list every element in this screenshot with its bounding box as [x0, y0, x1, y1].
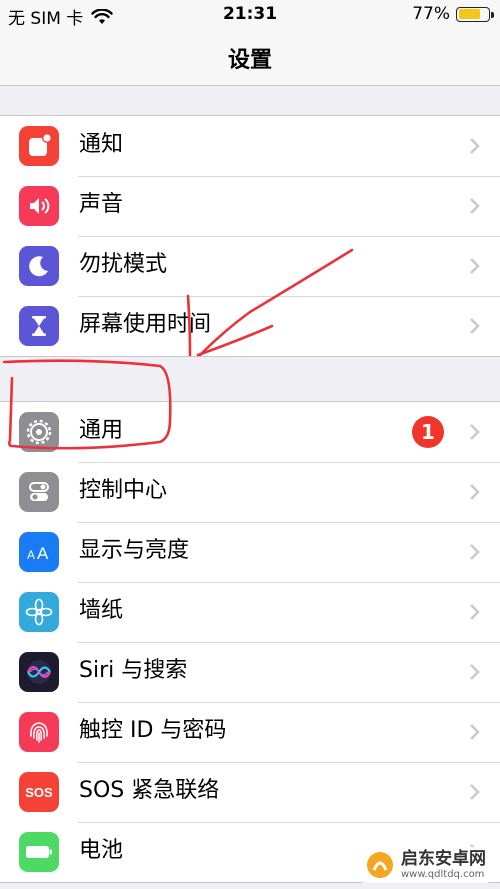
settings-row-screen-time[interactable]: 屏幕使用时间	[0, 296, 500, 356]
settings-group-1: 通知 声音 勿扰模式 屏幕使用时间	[0, 115, 500, 357]
settings-row-label: 屏幕使用时间	[79, 312, 212, 337]
chevron-right-icon	[470, 258, 480, 274]
settings-row-label: 电池	[79, 838, 124, 863]
settings-row-label: 触控 ID 与密码	[79, 718, 227, 743]
settings-row-label: 墙纸	[79, 598, 124, 623]
settings-row-touch-id-passcode[interactable]: 触控 ID 与密码	[0, 702, 500, 762]
settings-group-2: 通用 1 控制中心 A A 显示与亮度 墙纸 Siri 与搜索 触控 ID 与密…	[0, 401, 500, 883]
watermark-url: www.qdltdq.com	[401, 868, 485, 880]
settings-row-sounds[interactable]: 声音	[0, 176, 500, 236]
settings-row-label: SOS 紧急联络	[79, 778, 220, 803]
settings-row-general[interactable]: 通用 1	[0, 402, 500, 462]
chevron-right-icon	[470, 604, 480, 620]
page-title: 设置	[227, 48, 272, 73]
settings-row-wallpaper[interactable]: 墙纸	[0, 582, 500, 642]
settings-row-label: 通用	[79, 418, 124, 443]
settings-row-do-not-disturb[interactable]: 勿扰模式	[0, 236, 500, 296]
sos-icon: SOS	[19, 772, 59, 812]
watermark-name: 启东安卓网	[401, 848, 486, 869]
settings-row-display-brightness[interactable]: A A 显示与亮度	[0, 522, 500, 582]
settings-row-notifications[interactable]: 通知	[0, 116, 500, 176]
settings-row-siri-search[interactable]: Siri 与搜索	[0, 642, 500, 702]
chevron-right-icon	[470, 484, 480, 500]
siri-icon	[19, 652, 59, 692]
settings-row-label: 显示与亮度	[79, 538, 190, 563]
watermark-logo-icon	[367, 852, 393, 878]
svg-text:A: A	[37, 544, 49, 563]
battery-icon	[19, 832, 59, 872]
chevron-right-icon	[470, 318, 480, 334]
sos-icon-text: SOS	[25, 784, 53, 800]
chevron-right-icon	[470, 784, 480, 800]
navigation-bar: 设置	[0, 30, 500, 86]
settings-row-label: 声音	[79, 192, 124, 217]
settings-row-emergency-sos[interactable]: SOS SOS 紧急联络	[0, 762, 500, 822]
settings-row-control-center[interactable]: 控制中心	[0, 462, 500, 522]
text-size-icon: A A	[19, 532, 59, 572]
chevron-right-icon	[470, 544, 480, 560]
status-bar: 无 SIM 卡 21:31 77%	[0, 0, 500, 30]
speaker-icon	[19, 186, 59, 226]
toggles-icon	[19, 472, 59, 512]
chevron-right-icon	[470, 664, 480, 680]
svg-text:A: A	[27, 548, 35, 562]
notification-badge: 1	[412, 416, 444, 448]
settings-row-label: 控制中心	[79, 478, 168, 503]
notifications-icon	[19, 126, 59, 166]
hourglass-icon	[19, 306, 59, 346]
settings-row-label: 勿扰模式	[79, 252, 168, 277]
battery-percentage: 77%	[412, 4, 450, 24]
watermark: 启东安卓网 www.qdltdq.com	[359, 847, 492, 883]
settings-row-label: Siri 与搜索	[79, 658, 188, 683]
settings-row-label: 通知	[79, 132, 124, 157]
chevron-right-icon	[470, 724, 480, 740]
chevron-right-icon	[470, 138, 480, 154]
chevron-right-icon	[470, 424, 480, 440]
gear-icon	[19, 412, 59, 452]
flower-icon	[19, 592, 59, 632]
moon-icon	[19, 246, 59, 286]
battery-fill	[458, 9, 481, 19]
battery-status-icon	[456, 6, 494, 22]
chevron-right-icon	[470, 198, 480, 214]
fingerprint-icon	[19, 712, 59, 752]
